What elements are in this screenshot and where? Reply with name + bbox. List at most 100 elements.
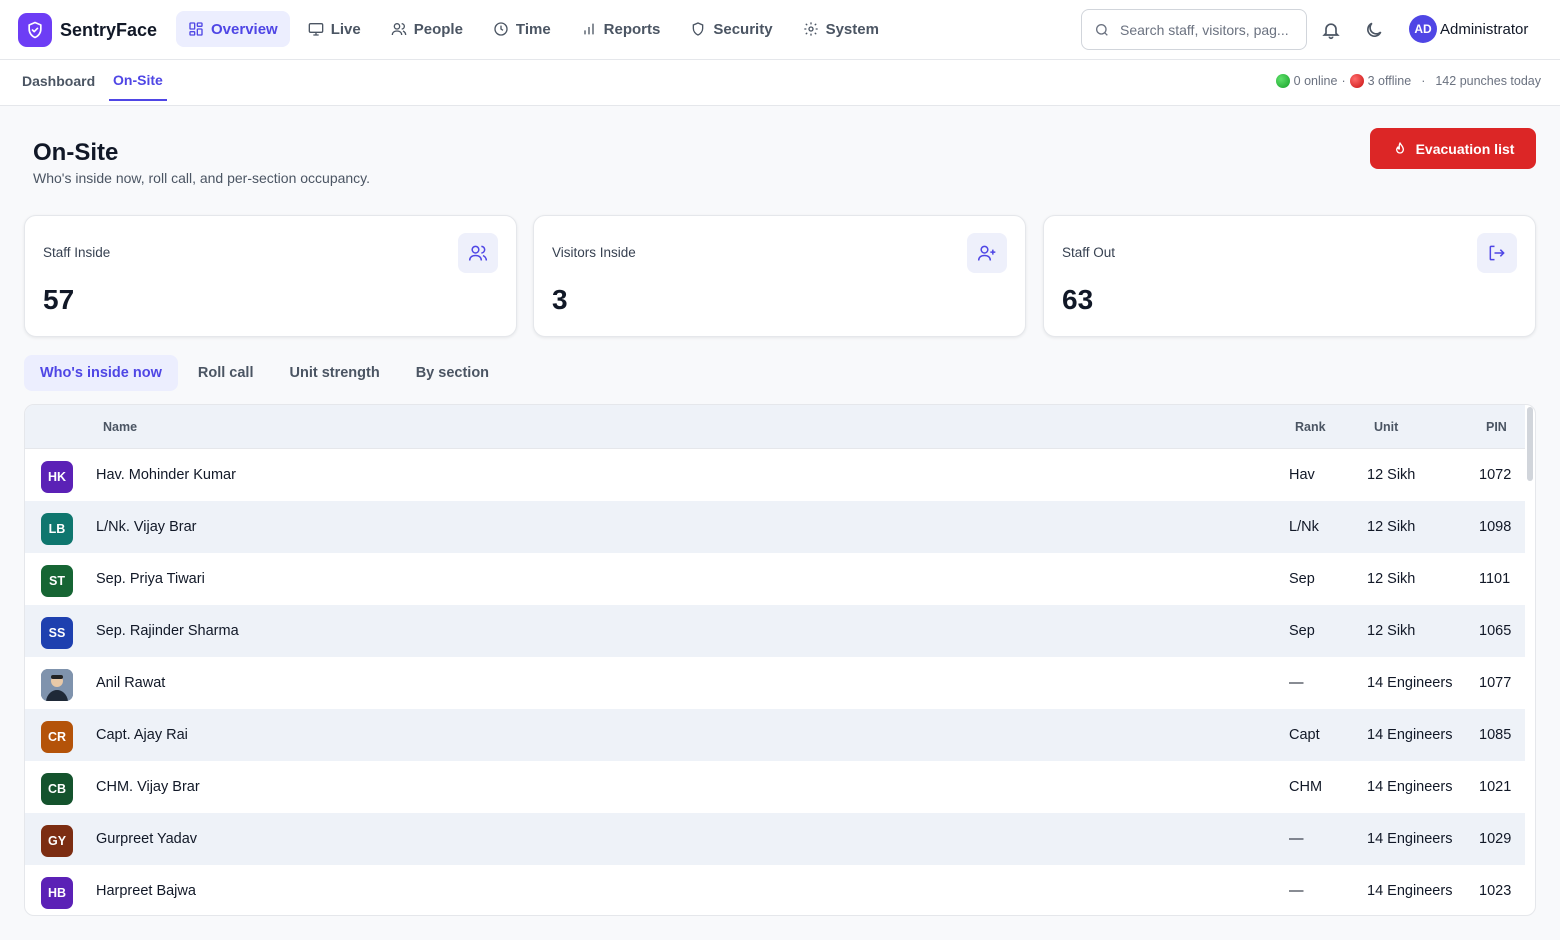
main-nav: Overview Live People Time Reports Securi… [176, 11, 891, 47]
gear-icon [803, 22, 818, 36]
app-name: SentryFace [60, 19, 158, 40]
nav-security[interactable]: Security [678, 11, 784, 47]
cell-pin: 1023 [1479, 883, 1512, 899]
user-menu[interactable]: AD Administrator [1409, 15, 1528, 43]
column-header-name[interactable]: Name [103, 420, 137, 434]
evacuation-list-button[interactable]: Evacuation list [1370, 128, 1536, 169]
stat-label: Staff Inside [43, 245, 111, 260]
monitor-icon [308, 23, 324, 36]
stat-card-staff-out: Staff Out 63 [1043, 215, 1536, 337]
search-input[interactable] [1120, 21, 1295, 38]
cell-pin: 1077 [1479, 675, 1512, 691]
brand[interactable]: SentryFace [18, 13, 157, 47]
cell-unit: 14 Engineers [1367, 883, 1453, 899]
theme-toggle-button[interactable] [1361, 17, 1387, 43]
nav-reports[interactable]: Reports [569, 11, 673, 47]
bar-chart-icon [584, 23, 594, 35]
table-row[interactable]: SS Sep. Rajinder Sharma Sep 12 Sikh 1065 [25, 605, 1525, 657]
cell-unit: 14 Engineers [1367, 675, 1453, 691]
moon-icon [1367, 22, 1382, 37]
avatar: CR [41, 721, 73, 753]
table-header: Name Rank Unit PIN [25, 405, 1525, 449]
separator: · [1421, 74, 1426, 88]
cell-name: Sep. Rajinder Sharma [96, 623, 239, 639]
tab-on-site[interactable]: On-Site [109, 60, 167, 101]
cell-pin: 1098 [1479, 519, 1512, 535]
user-name: Administrator [1440, 20, 1529, 38]
table-row[interactable]: CR Capt. Ajay Rai Capt 14 Engineers 1085 [25, 709, 1525, 761]
notifications-button[interactable] [1318, 17, 1344, 43]
avatar: GY [41, 825, 73, 857]
cell-name: L/Nk. Vijay Brar [96, 519, 197, 535]
nav-label: Reports [603, 20, 661, 38]
users-icon [391, 23, 407, 36]
table-body: HK Hav. Mohinder Kumar Hav 12 Sikh 1072 LB L/N… [25, 449, 1525, 915]
table-row[interactable]: CB CHM. Vijay Brar CHM 14 Engineers 1021 [25, 761, 1525, 813]
avatar: LB [41, 513, 73, 545]
cell-rank: — [1289, 675, 1304, 691]
cell-pin: 1101 [1479, 571, 1511, 587]
table-row[interactable]: HB Harpreet Bajwa — 14 Engineers 1023 [25, 865, 1525, 915]
column-header-pin[interactable]: PIN [1486, 420, 1507, 434]
cell-unit: 14 Engineers [1367, 779, 1453, 795]
table-row[interactable]: Anil Rawat — 14 Engineers 1077 [25, 657, 1525, 709]
cell-unit: 12 Sikh [1367, 571, 1416, 587]
log-out-icon [1477, 233, 1517, 273]
nav-label: Live [330, 20, 361, 38]
cell-unit: 14 Engineers [1367, 727, 1453, 743]
nav-label: Security [713, 20, 773, 38]
cell-rank: Hav [1289, 467, 1315, 483]
offline-count: 3 offline [1367, 74, 1412, 88]
nav-overview[interactable]: Overview [176, 11, 290, 47]
column-header-unit[interactable]: Unit [1374, 420, 1398, 434]
search-box[interactable] [1081, 9, 1307, 50]
tab-by-section[interactable]: By section [400, 355, 505, 391]
top-bar: SentryFace Overview Live People Time Rep… [0, 0, 1560, 60]
nav-system[interactable]: System [791, 11, 891, 47]
avatar: AD [1409, 15, 1437, 43]
cell-unit: 14 Engineers [1367, 831, 1453, 847]
stat-card-staff-inside: Staff Inside 57 [24, 215, 517, 337]
cell-rank: — [1289, 883, 1304, 899]
offline-dot-icon [1349, 74, 1364, 88]
table-row[interactable]: ST Sep. Priya Tiwari Sep 12 Sikh 1101 [25, 553, 1525, 605]
cell-rank: Sep [1289, 571, 1315, 587]
sub-nav: Dashboard On-Site 0 online · 3 offline ·… [0, 60, 1560, 106]
cell-name: Harpreet Bajwa [96, 883, 196, 899]
table-row[interactable]: LB L/Nk. Vijay Brar L/Nk 12 Sikh 1098 [25, 501, 1525, 553]
avatar [41, 669, 73, 701]
page-title: On-Site [33, 139, 119, 166]
nav-live[interactable]: Live [296, 11, 373, 47]
status-summary: 0 online · 3 offline · 142 punches today [1275, 74, 1541, 88]
cell-unit: 12 Sikh [1367, 519, 1416, 535]
on-site-table: Name Rank Unit PIN HK Hav. Mohinder Kumar… [24, 404, 1536, 916]
avatar: ST [41, 565, 73, 597]
tab-whos-inside-now[interactable]: Who's inside now [24, 355, 178, 391]
user-plus-icon [967, 233, 1007, 273]
nav-label: People [413, 20, 463, 38]
table-row[interactable]: HK Hav. Mohinder Kumar Hav 12 Sikh 1072 [25, 449, 1525, 501]
cell-rank: — [1289, 831, 1304, 847]
clock-icon [494, 22, 508, 36]
nav-label: Time [515, 20, 551, 38]
stat-card-visitors-inside: Visitors Inside 3 [533, 215, 1026, 337]
shield-check-icon [18, 13, 52, 47]
shield-icon [693, 22, 704, 36]
bell-icon [1322, 23, 1340, 40]
nav-time[interactable]: Time [481, 11, 563, 47]
cell-name: Anil Rawat [96, 675, 166, 691]
cell-name: Hav. Mohinder Kumar [96, 467, 236, 483]
stat-label: Visitors Inside [552, 245, 636, 260]
nav-label: Overview [211, 20, 278, 38]
table-row[interactable]: GY Gurpreet Yadav — 14 Engineers 1029 [25, 813, 1525, 865]
table-scrollbar[interactable] [1527, 407, 1533, 481]
tab-unit-strength[interactable]: Unit strength [273, 355, 395, 391]
cell-name: Sep. Priya Tiwari [96, 571, 205, 587]
tab-dashboard[interactable]: Dashboard [18, 60, 99, 101]
view-tabs: Who's inside now Roll call Unit strength… [24, 355, 505, 391]
column-header-rank[interactable]: Rank [1295, 420, 1326, 434]
search-icon [1096, 23, 1108, 36]
nav-people[interactable]: People [379, 11, 475, 47]
cell-pin: 1085 [1479, 727, 1512, 743]
tab-roll-call[interactable]: Roll call [182, 355, 270, 391]
